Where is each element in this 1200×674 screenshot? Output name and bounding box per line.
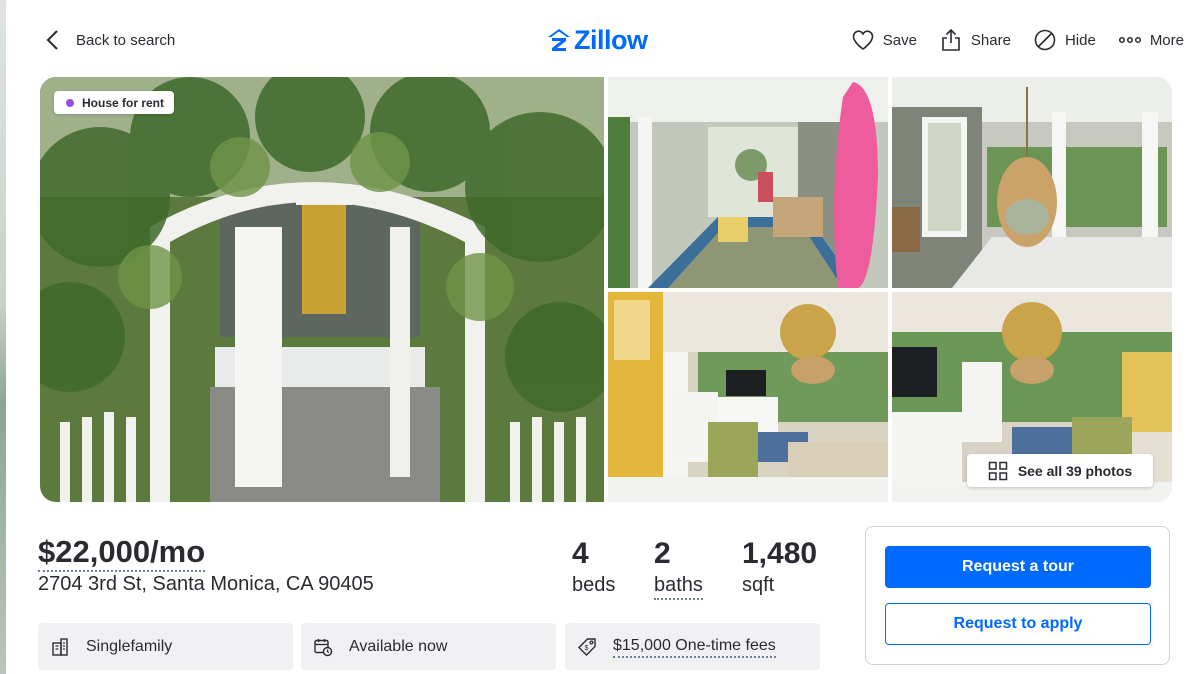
more-dots-icon <box>1118 36 1141 44</box>
baths-value: 2 <box>654 537 671 570</box>
contact-panel: Request a tour Request to apply <box>865 526 1170 665</box>
beds-value: 4 <box>572 537 589 570</box>
photo-porch-surfboard[interactable] <box>608 77 888 288</box>
top-navigation: Back to search Zillow Save Share Hide Mo… <box>0 0 1200 78</box>
hide-button[interactable]: Hide <box>1033 28 1096 52</box>
zillow-logo[interactable]: Zillow <box>547 24 648 56</box>
photo-gallery <box>40 77 1172 502</box>
hide-label: Hide <box>1064 31 1096 49</box>
listing-address: 2704 3rd St, Santa Monica, CA 90405 <box>38 573 374 595</box>
share-button[interactable]: Share <box>939 28 1011 52</box>
calendar-clock-icon <box>314 638 333 656</box>
more-label: More <box>1149 31 1184 49</box>
share-label: Share <box>970 31 1011 49</box>
save-label: Save <box>882 31 917 49</box>
sqft-value: 1,480 <box>742 537 818 570</box>
zillow-logo-text: Zillow <box>574 24 648 55</box>
chevron-left-icon <box>46 30 58 50</box>
sqft-stat: 1,480 sqft <box>742 536 817 598</box>
price-tag-icon: $ <box>578 637 596 656</box>
main-photo-front-gate[interactable] <box>40 77 604 502</box>
fact-home-type-label: Singlefamily <box>86 637 173 655</box>
back-to-search-label: Back to search <box>76 31 176 49</box>
fact-fees-label[interactable]: $15,000 One-time fees <box>613 636 776 658</box>
svg-text:$: $ <box>585 645 589 652</box>
listing-price[interactable]: $22,000/mo <box>38 534 206 572</box>
hide-icon <box>1034 29 1056 51</box>
request-apply-button[interactable]: Request to apply <box>885 603 1151 645</box>
badge-status-dot <box>66 98 74 107</box>
save-button[interactable]: Save <box>851 28 917 52</box>
baths-stat: 2 baths <box>654 536 703 600</box>
badge-label: House for rent <box>82 95 165 110</box>
listing-type-badge: House for rent <box>54 91 175 114</box>
photo-porch-hanging-chair[interactable] <box>892 77 1172 288</box>
fact-fees: $ $15,000 One-time fees <box>565 623 820 670</box>
back-to-search-link[interactable]: Back to search <box>40 26 175 54</box>
fact-home-type: Singlefamily <box>38 623 293 670</box>
heart-icon <box>852 30 874 50</box>
photo-living-room-door[interactable] <box>608 292 888 502</box>
see-all-photos-button[interactable]: See all 39 photos <box>967 454 1153 487</box>
beds-stat: 4 beds <box>572 536 615 598</box>
beds-unit: beds <box>572 574 616 596</box>
sqft-unit: sqft <box>742 574 775 596</box>
fact-availability: Available now <box>301 623 556 670</box>
baths-unit[interactable]: baths <box>654 572 703 600</box>
window-edge-strip <box>0 0 6 674</box>
building-icon <box>52 637 68 656</box>
listing-actions: Save Share Hide More <box>829 24 1184 56</box>
fact-availability-label: Available now <box>349 637 448 655</box>
see-all-photos-label: See all 39 photos <box>1017 462 1133 479</box>
share-icon <box>942 28 960 51</box>
request-tour-button[interactable]: Request a tour <box>885 546 1151 588</box>
more-button[interactable]: More <box>1118 28 1184 52</box>
zillow-logo-icon <box>548 29 570 51</box>
grid-icon <box>988 461 1008 480</box>
